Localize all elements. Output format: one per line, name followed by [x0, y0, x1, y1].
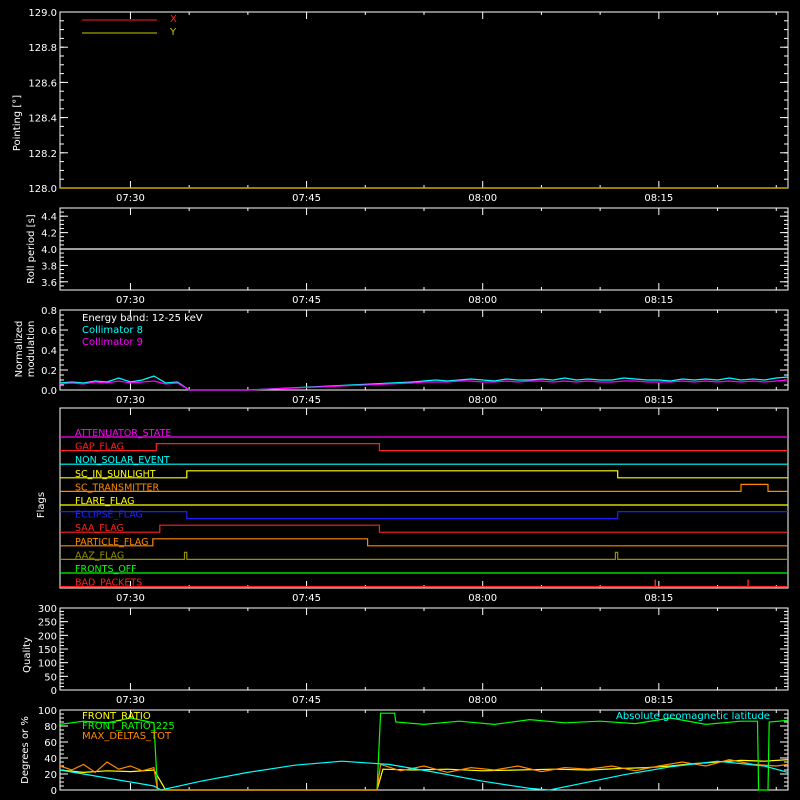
flags-time-label: 08:00 — [468, 593, 497, 604]
pointing-ylabel: Pointing [°] — [12, 95, 23, 151]
quality-ytick-label: 150 — [38, 645, 57, 656]
flag-line-sc_transmitter — [60, 483, 788, 492]
flags-time-label: 07:45 — [292, 593, 321, 604]
roll-ytick-label: 4.2 — [41, 229, 57, 240]
quality-ytick-label: 100 — [38, 659, 57, 670]
flags-time-label: 08:15 — [644, 593, 673, 604]
modulation-time-label: 08:15 — [644, 395, 673, 406]
quality-ytick-label: 200 — [38, 631, 57, 642]
energy-band-label: Energy band: 12-25 keV — [82, 313, 203, 324]
modulation-ytick-label: 0.2 — [41, 366, 57, 377]
degrees-ytick-label: 100 — [38, 706, 57, 717]
flag-line-gap_flag — [60, 443, 788, 452]
legend-collimator-8: Collimator 8 — [82, 325, 143, 336]
quality-frame — [59, 607, 789, 691]
quality-ylabel: Quality — [22, 637, 33, 673]
roll-ytick-label: 4.4 — [41, 212, 57, 223]
degrees-ytick-label: 60 — [44, 738, 57, 749]
stix-quicklook-plot: 07:3007:4508:0008:1508:3008:4509:00128.0… — [12, 8, 789, 797]
quality-ytick-label: 50 — [44, 672, 57, 683]
quality-ytick-label: 300 — [38, 604, 57, 615]
roll-time-label: 08:00 — [468, 295, 497, 306]
pointing-ytick-label: 128.0 — [28, 184, 57, 195]
flag-line-aaz_flag — [60, 551, 788, 560]
flag-line-particle_flag — [60, 538, 788, 547]
quality-time-label: 08:15 — [644, 695, 673, 706]
modulation-ytick-label: 0.6 — [41, 326, 57, 337]
pointing-ytick-label: 128.8 — [28, 43, 57, 54]
pointing-ytick-label: 128.2 — [28, 149, 57, 160]
flag-line-sc_in_sunlight — [60, 470, 788, 479]
legend-abs-geomag-lat: Absolute geomagnetic latitude — [616, 711, 770, 722]
pointing-time-label: 07:45 — [292, 193, 321, 204]
degrees-ytick-label: 20 — [44, 770, 57, 781]
roll-ytick-label: 3.6 — [41, 278, 57, 289]
pointing-ytick-label: 128.4 — [28, 114, 57, 125]
quality-time-label: 08:00 — [468, 695, 497, 706]
roll-time-label: 08:15 — [644, 295, 673, 306]
degrees-series-2 — [59, 758, 789, 791]
modulation-time-label: 07:45 — [292, 395, 321, 406]
quality-ytick-label: 0 — [51, 686, 57, 697]
quality-time-label: 07:30 — [116, 695, 145, 706]
legend-max-deltas-tot: MAX_DELTAS_TOT — [82, 731, 172, 742]
pointing-time-label: 08:15 — [644, 193, 673, 204]
degrees-ylabel: Degrees or % — [20, 716, 31, 784]
legend-collimator-9: Collimator 9 — [82, 337, 143, 348]
pointing-time-label: 08:00 — [468, 193, 497, 204]
modulation-ytick-label: 0.8 — [41, 306, 57, 317]
roll-ytick-label: 4.0 — [41, 245, 57, 256]
roll-ytick-label: 3.8 — [41, 261, 57, 272]
modulation-ytick-label: 0.4 — [41, 346, 57, 357]
modulation-ylabel-line1: Normalized — [14, 321, 25, 378]
degrees-ytick-label: 40 — [44, 754, 57, 765]
roll-ylabel: Roll period [s] — [26, 214, 37, 283]
pointing-frame — [59, 11, 789, 189]
roll-time-label: 07:30 — [116, 295, 145, 306]
legend-x-label: X — [170, 14, 177, 25]
modulation-ytick-label: 0.0 — [41, 386, 57, 397]
flag-line-eclipse_flag — [60, 511, 788, 520]
modulation-time-label: 07:30 — [116, 395, 145, 406]
flags-time-label: 07:30 — [116, 593, 145, 604]
degrees-ytick-label: 80 — [44, 722, 57, 733]
pointing-time-label: 07:30 — [116, 193, 145, 204]
modulation-time-label: 08:00 — [468, 395, 497, 406]
quality-ytick-label: 250 — [38, 618, 57, 629]
degrees-ytick-label: 0 — [51, 786, 57, 797]
flags-ylabel: Flags — [36, 492, 47, 518]
degrees-series-0 — [59, 759, 789, 791]
roll-time-label: 07:45 — [292, 295, 321, 306]
modulation-ylabel-line2: modulation — [26, 321, 37, 378]
quality-time-label: 07:45 — [292, 695, 321, 706]
flag-line-saa_flag — [60, 524, 788, 533]
pointing-ytick-label: 128.6 — [28, 78, 57, 89]
legend-y-label: Y — [169, 27, 177, 38]
pointing-ytick-label: 129.0 — [28, 8, 57, 19]
